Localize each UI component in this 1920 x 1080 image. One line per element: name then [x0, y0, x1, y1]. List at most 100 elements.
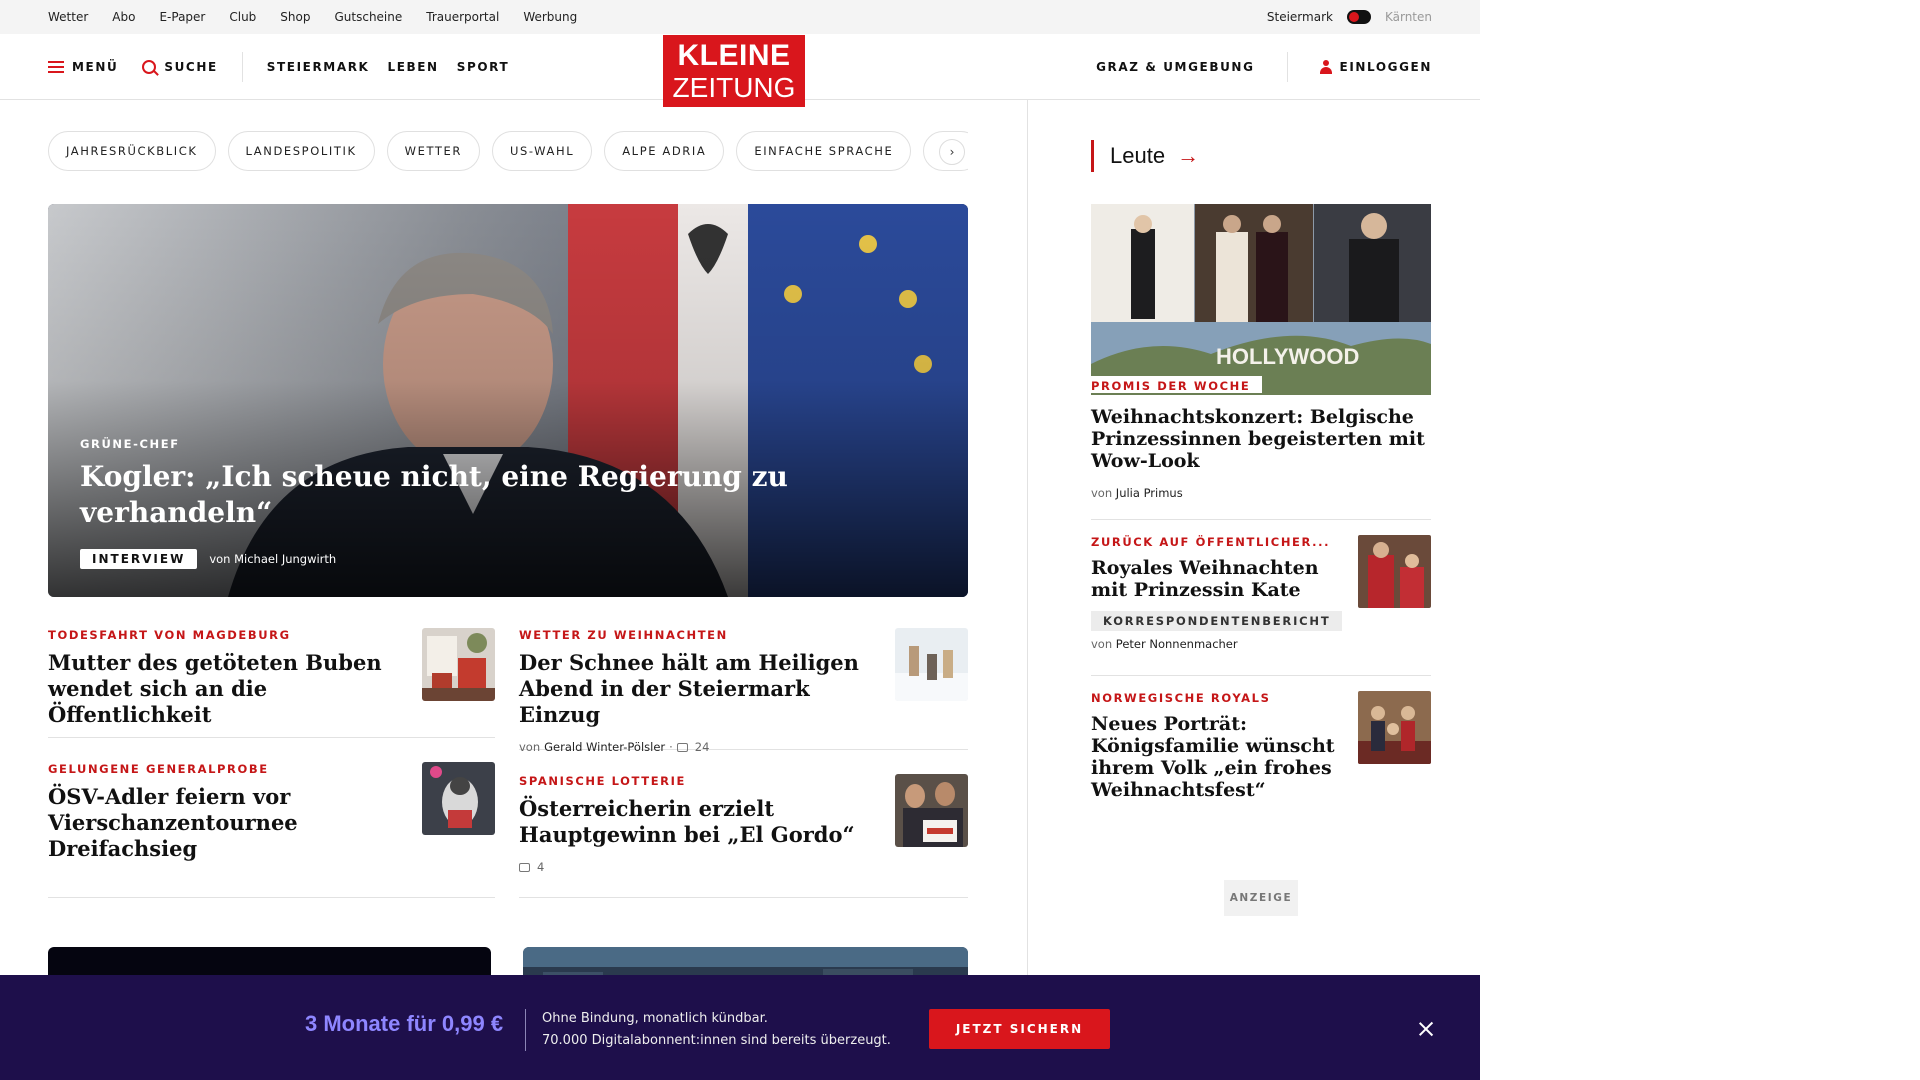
search-label: SUCHE — [164, 60, 218, 74]
utility-link-shop[interactable]: Shop — [280, 10, 310, 24]
hero-author: von Michael Jungwirth — [209, 552, 337, 566]
interview-badge: INTERVIEW — [80, 549, 198, 569]
utility-link-club[interactable]: Club — [229, 10, 256, 24]
promo-title[interactable]: Weihnachtskonzert: Belgische Prinzessinn… — [1091, 406, 1431, 472]
article-card[interactable]: WETTER ZU WEIHNACHTEN Der Schnee hält am… — [519, 628, 968, 754]
utility-link-werbung[interactable]: Werbung — [523, 10, 577, 24]
header-divider-right — [1286, 52, 1288, 82]
hero-kicker: GRÜNE-CHEF — [80, 437, 180, 451]
hollywood-sign-text: HOLLYWOOD — [1216, 344, 1359, 369]
article-thumbnail — [422, 762, 495, 835]
article-title[interactable]: Österreicherin erzielt Hauptgewinn bei „… — [519, 796, 879, 848]
menu-button[interactable]: MENÜ — [48, 60, 118, 74]
hero-title[interactable]: Kogler: „Ich scheue nicht, eine Regierun… — [80, 459, 936, 531]
arrow-right-icon: → — [1177, 143, 1200, 168]
utility-link-trauerportal[interactable]: Trauerportal — [426, 10, 499, 24]
sidebar-divider — [1091, 519, 1431, 520]
sidebar-title[interactable]: Royales Weihnachten mit Prinzessin Kate — [1091, 557, 1331, 601]
promo-article[interactable]: Weihnachtskonzert: Belgische Prinzessinn… — [1091, 406, 1431, 500]
sidebar-divider — [1091, 675, 1431, 676]
nav-leben[interactable]: LEBEN — [387, 60, 438, 74]
logo-line-2: ZEITUNG — [672, 72, 796, 103]
nav-steiermark[interactable]: STEIERMARK — [267, 60, 370, 74]
utility-links: Wetter Abo E-Paper Club Shop Gutscheine … — [48, 0, 577, 34]
hamburger-icon — [48, 61, 64, 73]
utility-link-gutscheine[interactable]: Gutscheine — [334, 10, 402, 24]
promo-author[interactable]: Julia Primus — [1116, 486, 1183, 500]
nav-sport[interactable]: SPORT — [457, 60, 510, 74]
hero-text: GRÜNE-CHEF Kogler: „Ich scheue nicht, ei… — [80, 437, 936, 569]
region-steiermark[interactable]: Steiermark — [1267, 10, 1333, 24]
utility-link-epaper[interactable]: E-Paper — [159, 10, 205, 24]
region-toggle[interactable] — [1346, 10, 1371, 24]
article-kicker: WETTER ZU WEIHNACHTEN — [519, 628, 728, 642]
column-divider — [1027, 100, 1028, 980]
region-link-graz[interactable]: GRAZ & UMGEBUNG — [1096, 60, 1254, 74]
chip-alpe-adria[interactable]: ALPE ADRIA — [604, 131, 725, 171]
chevron-right-icon: › — [949, 145, 955, 159]
main-header: MENÜ SUCHE STEIERMARK LEBEN SPORT KLEINE… — [0, 34, 1480, 107]
korrespondentenbericht-badge: KORRESPONDENTENBERICHT — [1091, 611, 1343, 631]
article-meta: von Gerald Winter-Pölsler · 24 — [519, 740, 879, 754]
author-prefix: von — [1091, 486, 1113, 500]
promo-image[interactable]: HOLLYWOOD — [1091, 204, 1431, 395]
article-title[interactable]: Der Schnee hält am Heiligen Abend in der… — [519, 650, 879, 728]
comment-count[interactable]: 24 — [695, 740, 710, 754]
article-card[interactable]: GELUNGENE GENERALPROBE ÖSV-Adler feiern … — [48, 762, 495, 898]
utility-link-abo[interactable]: Abo — [112, 10, 135, 24]
sidebar-article[interactable]: NORWEGISCHE ROYALS Neues Porträt: Königs… — [1091, 691, 1431, 811]
subscribe-button[interactable]: JETZT SICHERN — [929, 1009, 1110, 1049]
article-kicker: TODESFAHRT VON MAGDEBURG — [48, 628, 291, 642]
article-thumbnail — [895, 628, 968, 701]
header-right: GRAZ & UMGEBUNG EINLOGGEN — [1096, 34, 1432, 100]
region-kaernten[interactable]: Kärnten — [1385, 10, 1432, 24]
sidebar-thumbnail — [1358, 535, 1431, 608]
sidebar-title[interactable]: Neues Porträt: Königsfamilie wünscht ihr… — [1091, 713, 1341, 801]
header-divider — [241, 52, 243, 82]
banner-line-2: 70.000 Digitalabonnent:innen sind bereit… — [542, 1033, 891, 1048]
utility-bar: Wetter Abo E-Paper Club Shop Gutscheine … — [0, 0, 1480, 34]
article-card[interactable]: TODESFAHRT VON MAGDEBURG Mutter des getö… — [48, 628, 495, 738]
hero-article[interactable]: GRÜNE-CHEF Kogler: „Ich scheue nicht, ei… — [48, 204, 968, 597]
sidebar-kicker: ZURÜCK AUF ÖFFENTLICHER... — [1091, 535, 1331, 549]
article-title[interactable]: Mutter des getöteten Buben wendet sich a… — [48, 650, 408, 728]
menu-label: MENÜ — [72, 60, 119, 74]
banner-price: 3 Monate für 0,99 € — [305, 1011, 504, 1036]
chips-next-button[interactable]: › — [939, 139, 965, 165]
search-icon — [142, 60, 157, 74]
section-leute-header[interactable]: Leute → — [1091, 140, 1199, 172]
login-button[interactable]: EINLOGGEN — [1340, 60, 1432, 74]
article-author[interactable]: Gerald Winter-Pölsler — [544, 740, 665, 754]
chip-jahresrueckblick[interactable]: JAHRESRÜCKBLICK — [48, 131, 216, 171]
author-prefix: von — [1091, 637, 1113, 651]
author-prefix: von — [519, 740, 541, 754]
article-thumbnail — [422, 628, 495, 701]
article-card[interactable]: SPANISCHE LOTTERIE Österreicherin erziel… — [519, 774, 968, 898]
region-switch: Steiermark Kärnten — [1267, 0, 1432, 34]
article-title[interactable]: ÖSV-Adler feiern vor Vierschanzentournee… — [48, 784, 408, 862]
chip-us-wahl[interactable]: US-WAHL — [491, 131, 593, 171]
sidebar-article[interactable]: ZURÜCK AUF ÖFFENTLICHER... Royales Weihn… — [1091, 535, 1431, 655]
search-button[interactable]: SUCHE — [142, 60, 217, 74]
banner-line-1: Ohne Bindung, monatlich kündbar. — [542, 1011, 768, 1026]
sidebar-thumbnail — [1358, 691, 1431, 764]
chip-wetter[interactable]: WETTER — [386, 131, 480, 171]
logo-line-1: KLEINE — [677, 39, 791, 72]
chip-landespolitik[interactable]: LANDESPOLITIK — [227, 131, 375, 171]
header-nav: STEIERMARK LEBEN SPORT — [267, 60, 509, 74]
utility-link-wetter[interactable]: Wetter — [48, 10, 88, 24]
page-margin — [1480, 0, 1920, 1080]
section-title: Leute — [1110, 143, 1166, 168]
comment-icon — [676, 742, 688, 752]
comment-count[interactable]: 4 — [537, 860, 544, 874]
subscription-banner: 3 Monate für 0,99 € Ohne Bindung, monatl… — [0, 975, 1480, 1080]
article-thumbnail — [895, 774, 968, 847]
banner-text: Ohne Bindung, monatlich kündbar. 70.000 … — [542, 1008, 891, 1052]
banner-divider — [525, 1009, 526, 1051]
page: Wetter Abo E-Paper Club Shop Gutscheine … — [0, 0, 1480, 1080]
sidebar-author[interactable]: Peter Nonnenmacher — [1116, 637, 1238, 651]
user-icon — [1319, 60, 1332, 74]
chip-einfache-sprache[interactable]: EINFACHE SPRACHE — [736, 131, 912, 171]
kleine-zeitung-logo[interactable]: KLEINE ZEITUNG — [663, 35, 805, 107]
close-icon[interactable] — [1418, 1021, 1434, 1037]
